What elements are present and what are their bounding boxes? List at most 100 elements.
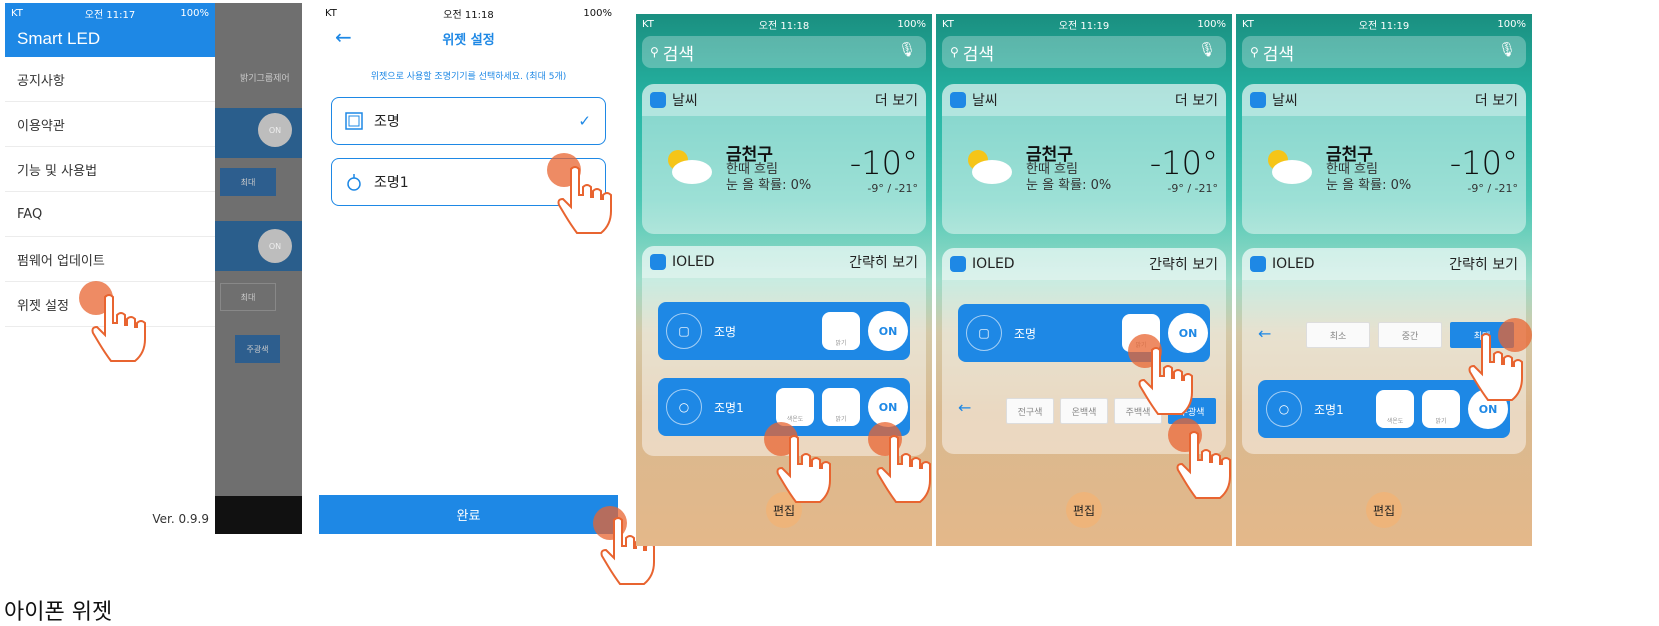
weather-widget: 날씨 더 보기 금천구 한때 흐림 눈 올 확률: 0% -10° -9° / -2… (1242, 84, 1526, 234)
menu-item-terms[interactable]: 이용약관 (5, 102, 215, 147)
ioled-app-icon (1250, 256, 1266, 272)
widget-settings-screen: KT 오전 11:18 100% ← 위젯 설정 위젯으로 사용할 조명기기를 … (319, 3, 618, 534)
weather-title: 날씨 (972, 93, 998, 109)
light-row: ▢ 조명 밝기 ON (658, 302, 910, 360)
light-row: ○ 조명1 색온도 밝기 ON (1258, 380, 1510, 438)
color-option-warm[interactable]: 전구색 (1006, 398, 1054, 424)
ioled-header: IOLED 간략히 보기 (942, 248, 1226, 280)
menu-item-firmware[interactable]: 펌웨어 업데이트 (5, 237, 215, 282)
bg-on-button: ON (258, 113, 292, 147)
brightness-button[interactable]: 밝기 (1122, 314, 1160, 352)
color-option-daylight[interactable]: 주광색 (1168, 398, 1216, 424)
search-icon: ⚲ (950, 45, 959, 59)
search-field[interactable]: ⚲ 검색 🎙 (1242, 36, 1526, 68)
more-link[interactable]: 더 보기 (1175, 90, 1218, 110)
side-drawer: KT 오전 11:17 100% Smart LED 공지사항 이용약관 기능 … (5, 3, 215, 534)
temp-range: -9° / -21° (1167, 182, 1218, 195)
bg-on-button: ON (258, 229, 292, 263)
light-name: 조명 (714, 324, 737, 339)
light-name: 조명1 (1314, 402, 1344, 417)
microphone-icon[interactable]: 🎙 (1198, 42, 1216, 58)
on-button[interactable]: ON (868, 311, 908, 351)
carrier: KT (11, 7, 23, 19)
light-name: 조명1 (714, 400, 744, 415)
back-arrow-icon[interactable]: ← (958, 398, 971, 417)
color-temp-button[interactable]: 색온도 (1376, 390, 1414, 428)
partly-cloudy-icon (1268, 150, 1312, 184)
version-label: Ver. 0.9.9 (152, 512, 209, 526)
ioled-app-icon (950, 256, 966, 272)
edit-button[interactable]: 편집 (1066, 492, 1102, 528)
collapse-link[interactable]: 간략히 보기 (1149, 254, 1218, 274)
temperature: -10° (1149, 144, 1218, 182)
color-option-neutral[interactable]: 주백색 (1114, 398, 1162, 424)
search-field[interactable]: ⚲ 검색 🎙 (942, 36, 1226, 68)
back-arrow-icon[interactable]: ← (1258, 324, 1271, 343)
device-option[interactable]: 조명1 (331, 158, 606, 206)
brightness-button[interactable]: 밝기 (822, 312, 860, 350)
brightness-button[interactable]: 밝기 (1422, 390, 1460, 428)
search-icon: ⚲ (1250, 45, 1259, 59)
battery: 100% (180, 7, 209, 19)
device-option[interactable]: 조명 ✓ (331, 97, 606, 145)
level-option-max[interactable]: 최대 (1450, 322, 1514, 348)
ioled-widget: IOLED 간략히 보기 ▢ 조명 밝기 ON ○ 조명1 색온도 밝기 ON (642, 246, 926, 456)
bg-max-button: 최대 (220, 168, 276, 196)
color-option-warm-white[interactable]: 온백색 (1060, 398, 1108, 424)
caption: 아이폰 위젯 (4, 600, 113, 625)
carrier: KT (642, 18, 654, 30)
weather-widget: 날씨 더 보기 금천구 한때 흐림 눈 올 확률: 0% -10° -9° / -2… (942, 84, 1226, 234)
microphone-icon[interactable]: 🎙 (1498, 42, 1516, 58)
ioled-app-icon (650, 254, 666, 270)
status-bar: KT 오전 11:19 100% (1236, 14, 1532, 34)
bg-label: 밝기그룹제어 (240, 74, 290, 84)
color-temp-button[interactable]: 색온도 (776, 388, 814, 426)
temp-range: -9° / -21° (867, 182, 918, 195)
app-title: IOLED (672, 254, 715, 270)
edit-button[interactable]: 편집 (1366, 492, 1402, 528)
level-option-min[interactable]: 최소 (1306, 322, 1370, 348)
status-bar: KT 오전 11:18 100% (636, 14, 932, 34)
square-lamp-icon: ▢ (666, 313, 702, 349)
menu-item-faq[interactable]: FAQ (5, 192, 215, 237)
collapse-link[interactable]: 간략히 보기 (1449, 254, 1518, 274)
menu-item-notice[interactable]: 공지사항 (5, 57, 215, 102)
ioled-header: IOLED 간략히 보기 (642, 246, 926, 278)
light-row: ▢ 조명 밝기 ON (958, 304, 1210, 362)
status-bar: KT 오전 11:18 100% (319, 3, 618, 23)
microphone-icon[interactable]: 🎙 (898, 42, 916, 58)
search-field[interactable]: ⚲ 검색 🎙 (642, 36, 926, 68)
clock: 오전 11:19 (1058, 20, 1110, 32)
done-button[interactable]: 완료 (319, 495, 618, 534)
menu-item-guide[interactable]: 기능 및 사용법 (5, 147, 215, 192)
brightness-button[interactable]: 밝기 (822, 388, 860, 426)
bg-bottom-bar (215, 496, 302, 534)
square-lamp-icon (345, 112, 363, 130)
on-button[interactable]: ON (1468, 389, 1508, 429)
app-title: Smart LED (17, 29, 101, 48)
bg-max-button: 최대 (220, 283, 276, 311)
widget-screen-color: KT 오전 11:19 100% ⚲ 검색 🎙 날씨 더 보기 금천구 한때 흐림 눈 … (936, 14, 1232, 546)
bulb-icon: ○ (666, 389, 702, 425)
battery: 100% (583, 7, 612, 19)
menu-item-widget-settings[interactable]: 위젯 설정 (5, 282, 215, 327)
battery: 100% (1197, 18, 1226, 30)
weather-title: 날씨 (672, 93, 698, 109)
edit-button[interactable]: 편집 (766, 492, 802, 528)
on-button[interactable]: ON (868, 387, 908, 427)
more-link[interactable]: 더 보기 (875, 90, 918, 110)
square-lamp-icon: ▢ (966, 315, 1002, 351)
status-bar: KT 오전 11:17 100% (5, 3, 215, 23)
level-option-mid[interactable]: 중간 (1378, 322, 1442, 348)
bulb-icon (347, 174, 361, 191)
more-link[interactable]: 더 보기 (1475, 90, 1518, 110)
search-placeholder: 검색 (962, 44, 995, 65)
light-row: ○ 조명1 색온도 밝기 ON (658, 378, 910, 436)
weather-title: 날씨 (1272, 93, 1298, 109)
collapse-link[interactable]: 간략히 보기 (849, 252, 918, 272)
temperature: -10° (849, 144, 918, 182)
on-button[interactable]: ON (1168, 313, 1208, 353)
partly-cloudy-icon (668, 150, 712, 184)
bg-daylight-button: 주광색 (235, 335, 280, 363)
weather-condition: 한때 흐림 눈 올 확률: 0% (726, 162, 812, 193)
